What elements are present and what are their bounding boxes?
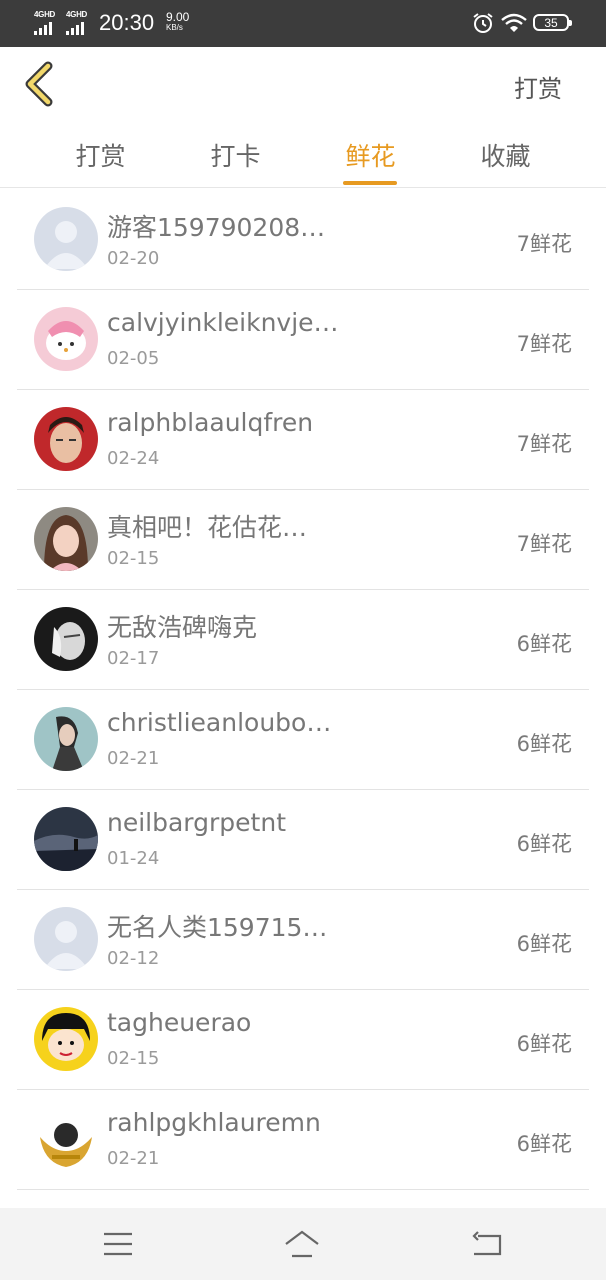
- avatar[interactable]: [34, 307, 98, 371]
- list-item[interactable]: rahlpgkhlauremn 02-21 6鲜花: [17, 1090, 589, 1190]
- list-item[interactable]: 无名人类159715… 02-12 6鲜花: [17, 890, 589, 990]
- user-name: rahlpgkhlauremn: [107, 1108, 321, 1137]
- list-item[interactable]: ralphblaaulqfren 02-24 7鲜花: [17, 390, 589, 490]
- gift-date: 02-20: [107, 248, 160, 269]
- gift-date: 02-24: [107, 448, 160, 469]
- menu-icon[interactable]: [100, 1228, 136, 1260]
- avatar[interactable]: [34, 207, 98, 271]
- battery-icon: 35: [533, 14, 572, 31]
- gift-date: 02-17: [107, 648, 160, 669]
- list-item[interactable]: tagheuerao 02-15 6鲜花: [17, 990, 589, 1090]
- flower-count: 7鲜花: [516, 532, 572, 556]
- avatar[interactable]: [34, 807, 98, 871]
- flower-count: 6鲜花: [516, 1032, 572, 1056]
- user-name: ralphblaaulqfren: [107, 408, 314, 437]
- user-name: christlieanloubo…: [107, 708, 332, 737]
- gift-date: 02-15: [107, 548, 160, 569]
- avatar[interactable]: [34, 907, 98, 971]
- speed-value: 9.00: [166, 10, 190, 24]
- user-name: neilbargrpetnt: [107, 808, 286, 837]
- avatar[interactable]: [34, 607, 98, 671]
- reward-button[interactable]: 打赏: [514, 69, 562, 104]
- avatar[interactable]: [34, 1107, 98, 1171]
- avatar[interactable]: [34, 1007, 98, 1071]
- gift-date: 02-21: [107, 1148, 160, 1169]
- flower-count: 6鲜花: [516, 732, 572, 756]
- avatar[interactable]: [34, 507, 98, 571]
- list-item[interactable]: christlieanloubo… 02-21 6鲜花: [17, 690, 589, 790]
- gift-date: 02-12: [107, 948, 160, 969]
- list-item[interactable]: calvjyinkleiknvje… 02-05 7鲜花: [17, 290, 589, 390]
- tab-reward[interactable]: 打赏: [33, 137, 168, 189]
- status-bar: 4GHD 4GHD 20:30 9.00 KB/s 35: [0, 0, 606, 47]
- tab-checkin[interactable]: 打卡: [168, 137, 303, 189]
- tab-favorites[interactable]: 收藏: [438, 137, 573, 189]
- avatar[interactable]: [34, 407, 98, 471]
- list-item[interactable]: neilbargrpetnt 01-24 6鲜花: [17, 790, 589, 890]
- user-name: tagheuerao: [107, 1008, 252, 1037]
- list-item[interactable]: 无敌浩碑嗨克 02-17 6鲜花: [17, 590, 589, 690]
- flower-count: 6鲜花: [516, 832, 572, 856]
- clock: 20:30: [99, 10, 155, 35]
- header: 打赏 打赏 打卡 鲜花 收藏: [0, 47, 606, 188]
- wifi-icon: [501, 13, 527, 32]
- gift-date: 02-15: [107, 1048, 160, 1069]
- chevron-left-icon[interactable]: [18, 61, 62, 107]
- user-name: 无名人类159715…: [107, 913, 328, 942]
- user-name: calvjyinkleiknvje…: [107, 308, 337, 337]
- network-speed: 9.00 KB/s: [166, 11, 189, 32]
- list-item[interactable]: 真相吧！花估花… 02-15 7鲜花: [17, 490, 589, 590]
- flower-count: 6鲜花: [516, 632, 572, 656]
- flower-list: 游客159790208… 02-20 7鲜花 calvjyinkleiknvje…: [17, 190, 589, 1190]
- gift-date: 02-21: [107, 748, 160, 769]
- tab-bar: 打赏 打卡 鲜花 收藏: [0, 135, 606, 187]
- avatar[interactable]: [34, 707, 98, 771]
- speed-unit: KB/s: [166, 23, 183, 32]
- flower-count: 7鲜花: [516, 332, 572, 356]
- user-name: 游客159790208…: [107, 213, 326, 242]
- user-name: 无敌浩碑嗨克: [107, 613, 258, 642]
- gift-date: 02-05: [107, 348, 160, 369]
- list-item[interactable]: 游客159790208… 02-20 7鲜花: [17, 190, 589, 290]
- user-name: 真相吧！花估花…: [107, 513, 308, 542]
- system-nav-bar: [0, 1208, 606, 1280]
- tab-flowers[interactable]: 鲜花: [303, 137, 438, 189]
- home-icon[interactable]: [284, 1228, 320, 1260]
- alarm-icon: [473, 13, 493, 33]
- flower-count: 7鲜花: [516, 432, 572, 456]
- back-icon[interactable]: [470, 1228, 506, 1260]
- flower-count: 6鲜花: [516, 932, 572, 956]
- flower-count: 6鲜花: [516, 1132, 572, 1156]
- gift-date: 01-24: [107, 848, 160, 869]
- flower-count: 7鲜花: [516, 232, 572, 256]
